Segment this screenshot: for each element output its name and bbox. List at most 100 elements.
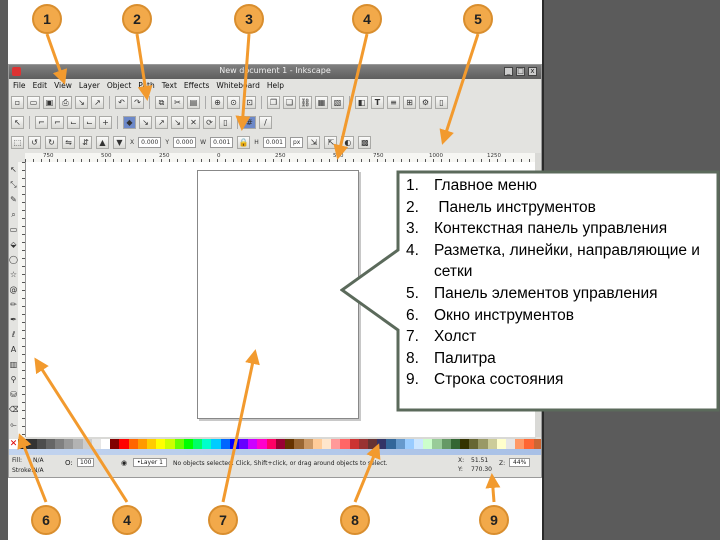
document-page[interactable]	[197, 170, 359, 419]
w-field[interactable]: 0.001	[210, 136, 234, 148]
preferences-icon[interactable]: ⚙	[419, 95, 432, 109]
3dbox-tool-icon[interactable]: ⬙	[9, 240, 18, 250]
snap-grid-icon[interactable]: #	[243, 115, 256, 129]
minimize-button[interactable]: _	[504, 67, 513, 76]
palette-swatch[interactable]	[91, 439, 102, 449]
zoom-page-icon[interactable]: ⊡	[243, 95, 256, 109]
menu-edit[interactable]: Edit	[33, 81, 48, 90]
fill-stroke-icon[interactable]: ◧	[355, 95, 368, 109]
palette-swatch[interactable]	[303, 439, 313, 449]
snap-bbox-edge-icon[interactable]: ⌐	[51, 115, 64, 129]
palette-swatch[interactable]	[469, 439, 479, 449]
text-tool-icon[interactable]: A	[9, 345, 18, 355]
h-field[interactable]: 0.001	[262, 136, 286, 148]
palette-swatch[interactable]	[101, 439, 111, 449]
star-tool-icon[interactable]: ☆	[9, 270, 18, 280]
select-all-icon[interactable]: ⬚	[11, 135, 24, 149]
menu-effects[interactable]: Effects	[184, 81, 210, 90]
snap-center-icon[interactable]: +	[99, 115, 112, 129]
x-field[interactable]: 0.000	[138, 136, 162, 148]
menu-file[interactable]: File	[13, 81, 26, 90]
palette-swatch[interactable]	[82, 439, 92, 449]
node-tool-icon[interactable]: ⤡	[9, 180, 18, 190]
zoom-field[interactable]: 44%	[509, 458, 531, 467]
tweak-tool-icon[interactable]: ✎	[9, 195, 18, 205]
palette-swatch[interactable]	[137, 439, 148, 449]
palette-swatch[interactable]	[441, 439, 451, 449]
palette-swatch[interactable]	[386, 439, 396, 449]
palette-swatch[interactable]	[450, 439, 460, 449]
palette-swatch[interactable]	[505, 439, 516, 449]
layer-visibility-icon[interactable]: ◉	[121, 459, 127, 467]
fill-value[interactable]: N/A	[33, 457, 44, 464]
xml-editor-icon[interactable]: ≡	[387, 95, 400, 109]
menu-help[interactable]: Help	[267, 81, 284, 90]
align-icon[interactable]: ⊞	[403, 95, 416, 109]
rotate-cw-icon[interactable]: ↻	[45, 135, 58, 149]
selector-tool-icon[interactable]: ↖	[9, 165, 18, 175]
undo-icon[interactable]: ↶	[115, 95, 128, 109]
move-patterns-icon[interactable]: ▩	[358, 135, 372, 149]
pen-tool-icon[interactable]: ✒	[9, 315, 18, 325]
unlink-icon[interactable]: ⛓	[299, 95, 312, 109]
gradient-tool-icon[interactable]: ▥	[9, 360, 18, 370]
palette-swatch[interactable]	[183, 439, 194, 449]
lock-icon[interactable]: 🔒	[237, 135, 251, 149]
duplicate-icon[interactable]: ❐	[267, 95, 280, 109]
palette-swatch[interactable]	[285, 439, 295, 449]
raise-icon[interactable]: ▲	[96, 135, 109, 149]
zoom-tool-icon[interactable]: ⌕	[9, 210, 18, 220]
palette-swatch[interactable]	[193, 439, 203, 449]
clone-icon[interactable]: ❏	[283, 95, 296, 109]
palette-swatch[interactable]	[478, 439, 488, 449]
snap-cusp-icon[interactable]: ↗	[155, 115, 168, 129]
vertical-ruler[interactable]	[18, 162, 26, 437]
palette-swatch[interactable]	[349, 439, 359, 449]
palette-swatch[interactable]	[294, 439, 304, 449]
palette-swatch[interactable]	[266, 439, 276, 449]
palette-swatch[interactable]	[257, 439, 267, 449]
palette-swatch[interactable]	[220, 439, 230, 449]
palette-swatch[interactable]	[27, 439, 37, 449]
layer-select[interactable]: •Layer 1	[133, 458, 167, 467]
palette-swatch[interactable]	[211, 439, 221, 449]
document-properties-icon[interactable]: ▯	[435, 95, 448, 109]
paint-bucket-tool-icon[interactable]: ⛁	[9, 390, 18, 400]
print-icon[interactable]: ⎙	[59, 95, 72, 109]
ungroup-icon[interactable]: ▧	[331, 95, 344, 109]
snap-bbox-icon[interactable]: ⌐	[35, 115, 48, 129]
palette-swatch[interactable]	[18, 439, 28, 449]
connector-tool-icon[interactable]: ⟜	[9, 420, 18, 430]
palette-swatch[interactable]	[340, 439, 350, 449]
palette-swatch[interactable]	[165, 439, 175, 449]
units-select[interactable]: px	[290, 136, 304, 148]
pencil-tool-icon[interactable]: ✏	[9, 300, 18, 310]
save-icon[interactable]: ▣	[43, 95, 56, 109]
no-paint-swatch[interactable]: ✕	[9, 439, 18, 449]
y-field[interactable]: 0.000	[172, 136, 197, 148]
move-gradients-icon[interactable]: ◐	[341, 135, 355, 149]
copy-icon[interactable]: ⧉	[155, 95, 168, 109]
snap-smooth-icon[interactable]: ↘	[171, 115, 184, 129]
calligraphy-tool-icon[interactable]: ℓ	[9, 330, 18, 340]
palette-swatch[interactable]	[524, 439, 534, 449]
menu-view[interactable]: View	[54, 81, 72, 90]
open-icon[interactable]: ▭	[27, 95, 40, 109]
palette-swatch[interactable]	[229, 439, 240, 449]
palette-swatch[interactable]	[156, 439, 166, 449]
palette-swatch[interactable]	[73, 439, 83, 449]
palette-swatch[interactable]	[432, 439, 442, 449]
dropper-tool-icon[interactable]: ⚲	[9, 375, 18, 385]
snap-intersection-icon[interactable]: ✕	[187, 115, 200, 129]
lower-icon[interactable]: ▼	[113, 135, 126, 149]
scale-corners-icon[interactable]: ⇱	[324, 135, 338, 149]
paste-icon[interactable]: ▤	[187, 95, 200, 109]
stroke-value[interactable]: N/A	[33, 467, 44, 474]
zoom-drawing-icon[interactable]: ⊙	[227, 95, 240, 109]
text-font-icon[interactable]: T	[371, 95, 384, 109]
snap-guide-icon[interactable]: /	[259, 115, 272, 129]
rotate-ccw-icon[interactable]: ↺	[28, 135, 41, 149]
palette-swatch[interactable]	[321, 439, 332, 449]
menu-layer[interactable]: Layer	[79, 81, 100, 90]
snap-path-icon[interactable]: ↘	[139, 115, 152, 129]
